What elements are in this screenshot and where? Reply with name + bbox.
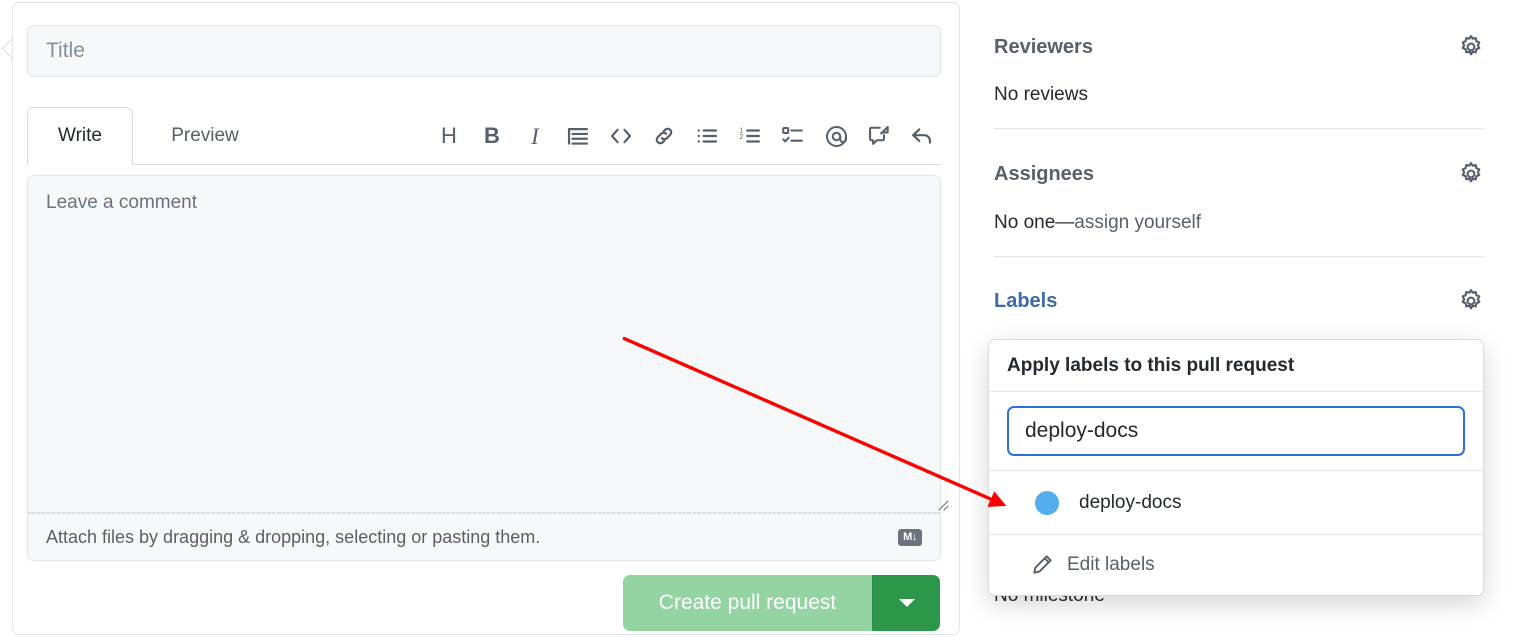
assignees-title: Assignees [994,163,1094,186]
label-color-dot [1035,491,1059,515]
edit-labels-label: Edit labels [1067,554,1155,576]
code-icon[interactable] [606,121,636,151]
pencil-icon [1031,554,1053,576]
sidebar-section-assignees: Assignees No one—assign yourself [994,161,1484,234]
reviewers-value: No reviews [994,84,1484,106]
label-option-name: deploy-docs [1079,492,1181,514]
labels-gear-icon[interactable] [1458,288,1484,314]
heading-icon[interactable]: H [434,121,464,151]
sidebar-divider-1 [994,128,1484,129]
apply-labels-popup-title: Apply labels to this pull request [989,340,1483,392]
edit-labels-row[interactable]: Edit labels [989,535,1483,595]
assignees-header: Assignees [994,161,1484,187]
compose-panel: Write Preview H B I [12,2,960,635]
saved-reply-icon[interactable] [864,121,894,151]
pr-title-input[interactable] [27,25,941,77]
svg-text:2: 2 [739,134,743,141]
label-filter-wrap [989,392,1483,471]
create-pr-button-group: Create pull request [623,575,940,631]
sidebar-divider-2 [994,256,1484,257]
reviewers-header: Reviewers [994,34,1484,60]
chevron-down-icon [899,599,915,607]
comment-textarea[interactable] [27,175,941,513]
compose-box: Write Preview H B I [12,2,960,635]
italic-icon[interactable]: I [520,121,550,151]
assignees-none-text: No one— [994,212,1074,233]
assign-yourself-link[interactable]: assign yourself [1074,212,1201,233]
quote-icon[interactable] [563,121,593,151]
attach-files-bar[interactable]: Attach files by dragging & dropping, sel… [27,513,941,561]
markdown-toolbar: H B I [434,107,937,165]
attach-files-label: Attach files by dragging & dropping, sel… [46,527,898,548]
assignees-value: No one—assign yourself [994,212,1484,234]
markdown-icon: M↓ [898,529,922,546]
reviewers-title: Reviewers [994,36,1093,59]
mention-icon[interactable] [821,121,851,151]
link-icon[interactable] [649,121,679,151]
label-filter-input[interactable] [1007,406,1465,456]
reply-icon[interactable] [907,121,937,151]
page-root: Write Preview H B I [0,0,1516,637]
labels-header: Labels [994,288,1484,314]
create-pr-dropdown-button[interactable] [872,575,940,631]
ordered-list-icon[interactable]: 1 2 [735,121,765,151]
assignees-gear-icon[interactable] [1458,161,1484,187]
bold-icon[interactable]: B [477,121,507,151]
task-list-icon[interactable] [778,121,808,151]
tab-preview[interactable]: Preview [145,107,265,165]
create-pull-request-button[interactable]: Create pull request [623,575,872,631]
reviewers-gear-icon[interactable] [1458,34,1484,60]
apply-labels-popup: Apply labels to this pull request deploy… [988,339,1484,596]
editor-tabs: Write Preview H B I [27,107,941,165]
labels-title[interactable]: Labels [994,290,1057,313]
label-option-row[interactable]: deploy-docs [989,471,1483,535]
unordered-list-icon[interactable] [692,121,722,151]
tab-write[interactable]: Write [27,107,133,165]
sidebar-section-reviewers: Reviewers No reviews [994,34,1484,106]
